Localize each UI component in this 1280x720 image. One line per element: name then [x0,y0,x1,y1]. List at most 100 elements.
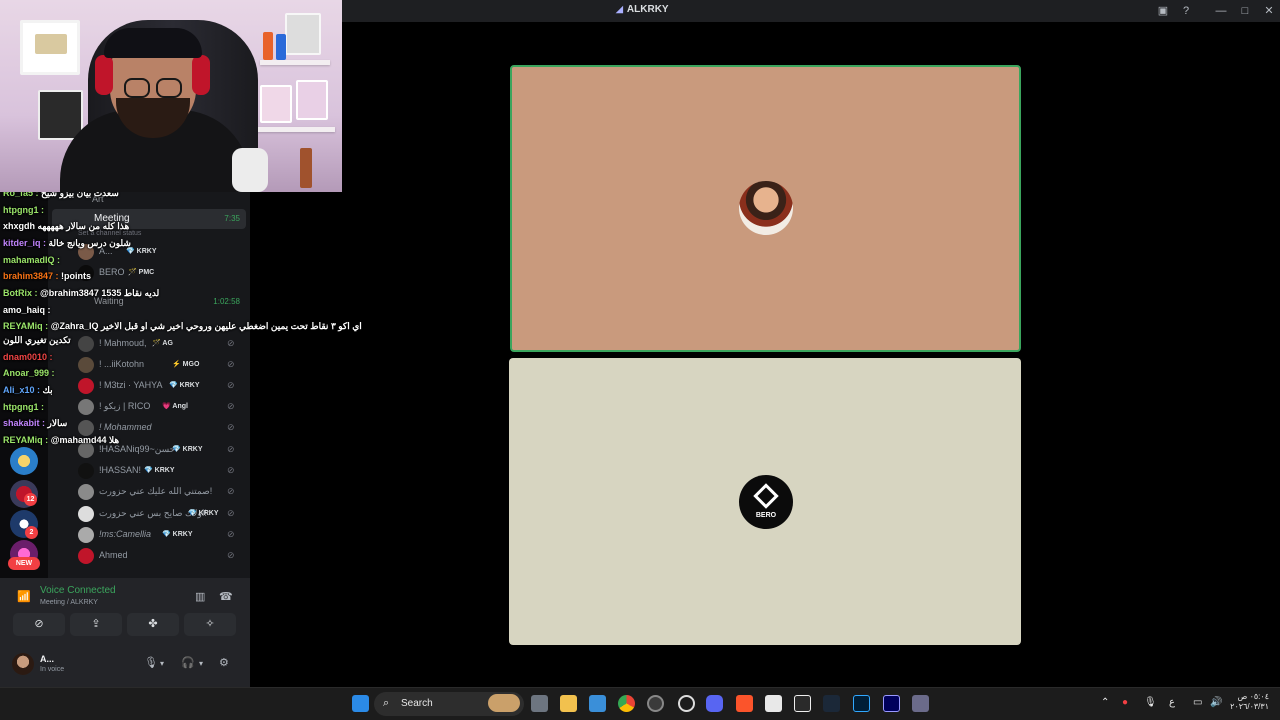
chat-message: mahamadIQ : [3,255,60,265]
voice-member[interactable]: ! زيكو | RICO 💗 Angl ⊘ [76,397,246,418]
voice-member[interactable]: صمتني الله عليك عني حزورت! ⊘ [76,482,246,503]
activities-button[interactable]: ✤ [127,613,179,636]
screen-share-button[interactable]: ⇪ [70,613,122,636]
bero-avatar: BERO [739,475,793,529]
avatar [78,548,94,564]
task-view-icon[interactable] [531,695,548,712]
minimize-icon[interactable]: — [1214,4,1228,18]
member-tag: 💎 KRKY [172,446,203,453]
voice-member[interactable]: ! Mahmoud, 🪄 AG ⊘ [76,334,246,355]
network-icon[interactable]: ▭ [1193,697,1202,708]
chat-message: تكدين تغيري اللون [3,335,71,346]
app-icon[interactable] [765,695,782,712]
language-indicator[interactable]: ع [1169,697,1175,708]
store-icon[interactable] [589,695,606,712]
steam-icon[interactable] [823,695,840,712]
member-tag: 💎 KRKY [169,382,200,389]
noise-suppression-icon[interactable]: ▥ [195,590,205,603]
volume-icon[interactable]: 🔊 [1210,697,1222,708]
award-plaque [38,90,83,140]
voice-member[interactable]: اولاك صايح بس عني حزورت! 💎 KRKY ⊘ [76,504,246,525]
soundboard-button[interactable]: ✧ [184,613,236,636]
glasses [156,78,182,98]
participant-avatar [739,181,793,235]
user-name[interactable]: A... [40,654,54,664]
member-name: ! Mohammed [99,422,152,432]
disconnect-icon[interactable]: ☎ [219,590,233,603]
deafened-icon: ⊘ [227,529,235,539]
member-name: ! M3tzi · YAHYA [99,380,163,390]
gear-icon[interactable]: ⚙ [219,656,229,669]
chevron-down-icon[interactable]: ▾ [199,659,203,668]
help-icon[interactable]: ? [1179,4,1193,18]
member-name: Ahmed [99,550,128,560]
deafened-icon: ⊘ [227,465,235,475]
headphone-cup [95,55,113,95]
chat-message: BotRix : @brahim3847 لديه نقاط 1535 [3,288,159,299]
member-tag: 🪄 PMC [128,269,155,276]
chat-message: shakabit : سالار [3,418,67,429]
maximize-icon[interactable]: □ [1238,4,1252,18]
chat-text: هذا كله من سالار هههههه [37,221,130,231]
chevron-up-icon[interactable]: ⌃ [1101,697,1109,708]
photoshop-icon[interactable] [853,695,870,712]
chat-message: REYAMiq : @Zahra_IQ اي اكو ٣ نقاط تحت يم… [3,321,362,332]
voice-member[interactable]: !ms:Camellia 💎 KRKY ⊘ [76,525,246,546]
chrome-icon[interactable] [618,695,635,712]
discord-icon[interactable] [706,695,723,712]
member-name: ! Mahmoud, [99,338,147,348]
chat-text: شلون درس ويانج خالة [48,238,131,248]
voice-member[interactable]: Ahmed ⊘ [76,546,246,567]
close-icon[interactable]: ✕ [1262,4,1276,18]
chat-text: @mahamd44 هلا [50,435,120,445]
app-icon[interactable] [912,695,929,712]
clock[interactable]: ٠٥:٠٤ ص ٢٠٢٦/٠٣/٣١ [1229,692,1269,712]
voice-connected-label[interactable]: Voice Connected [40,585,116,596]
voice-member[interactable]: BERO 🪄 PMC [76,263,246,284]
bandana [104,28,202,58]
tray-app-icon[interactable]: ● [1122,697,1128,708]
microphone-icon[interactable]: 🎙 [1144,697,1157,708]
clock-date: ٢٠٢٦/٠٣/٣١ [1230,702,1269,711]
server-icon[interactable] [10,447,38,475]
chat-text: بك [42,385,53,395]
voice-location[interactable]: Meeting / ALKRKY [40,599,98,606]
search-icon: ⌕ [383,697,390,709]
inbox-icon[interactable]: ▣ [1156,4,1170,18]
bottle [263,32,273,60]
app-icon[interactable] [794,695,811,712]
webcam-overlay [0,0,342,192]
signal-icon[interactable]: 📶 [17,590,31,603]
mention-badge: 12 [24,493,37,506]
chevron-down-icon[interactable]: ▾ [160,659,164,668]
deafened-icon: ⊘ [227,550,235,560]
member-tag: 🪄 AG [152,340,173,347]
deafened-icon: ⊘ [227,444,235,454]
channel-timer: 7:35 [224,214,240,223]
microphone [232,148,268,192]
app-icon[interactable] [647,695,664,712]
windows-start-icon[interactable] [352,695,369,712]
file-explorer-icon[interactable] [560,695,577,712]
microphone-icon[interactable]: 🎙 [144,656,158,669]
camera-button[interactable]: ⊘ [13,613,65,636]
bottle [276,34,286,60]
voice-member[interactable]: ! ...iiKotohn ⚡ MGO ⊘ [76,355,246,376]
steelseries-icon[interactable] [678,695,695,712]
avatar[interactable] [12,653,34,675]
premiere-icon[interactable] [883,695,900,712]
voice-member[interactable]: ! M3tzi · YAHYA 💎 KRKY ⊘ [76,376,246,397]
chat-username: REYAMiq : [3,435,49,445]
chat-message: xhxgdh هذا كله من سالار هههههه [3,221,129,232]
headphones-icon[interactable]: 🎧 [181,656,195,669]
bero-logo-icon [753,483,779,509]
clock-time: ٠٥:٠٤ ص [1237,692,1269,701]
voice-member[interactable]: !HASSAN! 💎 KRKY ⊘ [76,461,246,482]
window-title-text: ALKRKY [626,4,669,15]
chat-message: htpgng1 : [3,205,44,215]
bero-label: BERO [755,512,777,519]
brave-icon[interactable] [736,695,753,712]
avatar [78,336,94,352]
member-tag-text: KRKY [136,248,157,255]
avatar [78,378,94,394]
